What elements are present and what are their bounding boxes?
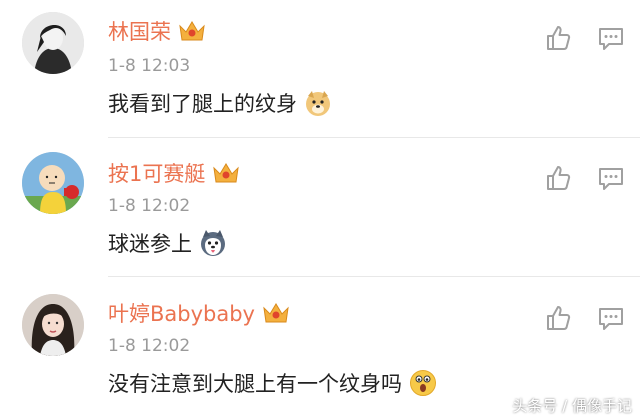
comment-text: 我看到了腿上的纹身	[108, 92, 297, 116]
avatar[interactable]	[22, 294, 84, 356]
comment-divider	[108, 276, 640, 277]
crown-badge-icon	[179, 21, 205, 41]
username[interactable]: 林国荣	[108, 16, 171, 46]
surprised-emoji-icon	[410, 370, 436, 396]
comment-divider	[108, 137, 640, 138]
husky-emoji-icon	[201, 230, 225, 256]
like-icon[interactable]	[544, 24, 572, 52]
avatar-image	[22, 294, 84, 356]
username[interactable]: 叶婷Babybaby	[108, 298, 255, 328]
comment-reply-icon[interactable]	[597, 24, 625, 52]
avatar[interactable]	[22, 12, 84, 74]
crown-badge-icon	[263, 303, 289, 323]
crown-badge-icon	[213, 163, 240, 183]
comment-text: 球迷参上	[108, 232, 192, 256]
doge-emoji-icon	[306, 91, 330, 116]
comment-text: 没有注意到大腿上有一个纹身吗	[108, 372, 402, 396]
like-icon[interactable]	[544, 164, 572, 192]
watermark: 头条号 / 偶像手记	[512, 397, 632, 415]
comment-reply-icon[interactable]	[597, 164, 625, 192]
avatar-image	[22, 12, 84, 74]
avatar[interactable]	[22, 152, 84, 214]
comment-time: 1-8 12:03	[108, 56, 191, 76]
username[interactable]: 按1可赛艇	[108, 158, 205, 188]
comment-time: 1-8 12:02	[108, 336, 191, 356]
comment-reply-icon[interactable]	[597, 304, 625, 332]
like-icon[interactable]	[544, 304, 572, 332]
comment-time: 1-8 12:02	[108, 196, 191, 216]
avatar-image	[22, 152, 84, 214]
